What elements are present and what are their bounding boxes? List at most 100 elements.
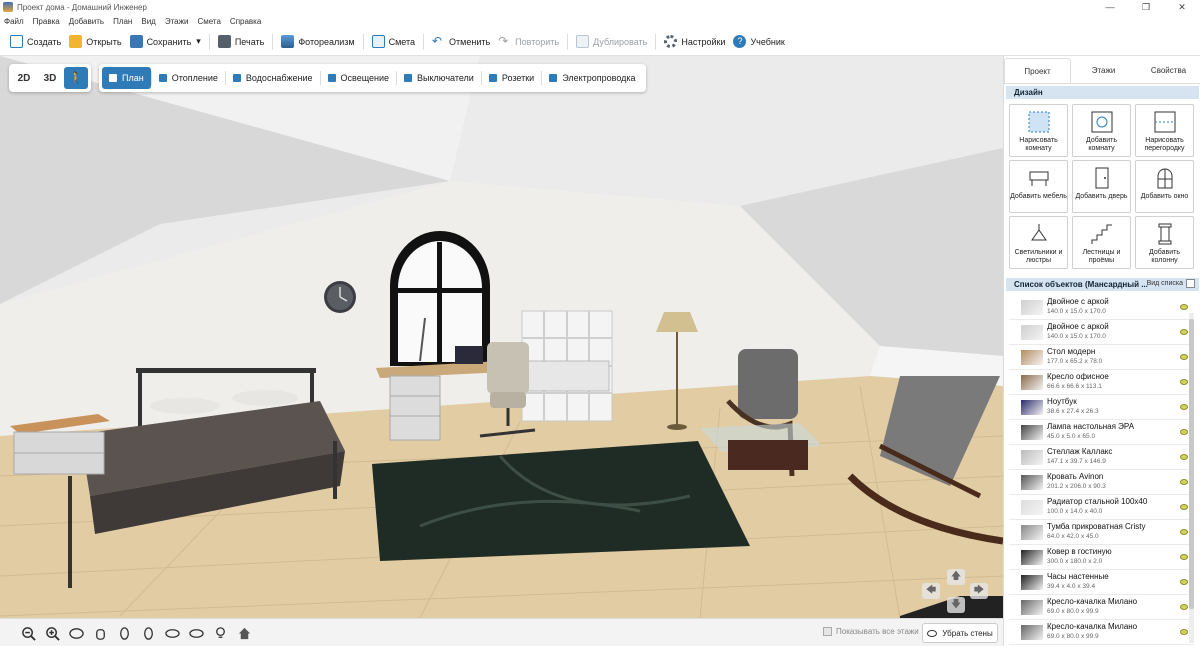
list-view-toggle[interactable]: Вид списка [1147, 279, 1195, 288]
object-row[interactable]: Кресло офисное 66.6 x 66.6 x 113.1 [1009, 370, 1194, 395]
layer-heating[interactable]: Отопление [152, 67, 225, 89]
layer-plan[interactable]: План [102, 67, 151, 89]
tab-properties[interactable]: Свойства [1136, 58, 1200, 83]
object-row[interactable]: Часы настенные 39.4 x 4.0 x 39.4 [1009, 570, 1194, 595]
settings-button[interactable]: Настройки [660, 31, 729, 53]
scrollbar-thumb[interactable] [1189, 319, 1194, 609]
zoom-out-button[interactable] [18, 623, 38, 643]
photoreal-button[interactable]: Фотореализм [277, 31, 358, 53]
show-all-floors-checkbox[interactable]: Показывать все этажи [823, 627, 919, 636]
menu-edit[interactable]: Правка [33, 17, 60, 26]
objects-section-header: Список объектов (Мансардный ... Вид спис… [1006, 278, 1199, 291]
arrow-right-icon[interactable]: 🡆 [970, 583, 988, 599]
zoom-in-button[interactable] [42, 623, 62, 643]
layer-selector: План Отопление Водоснабжение Освещение В… [99, 64, 646, 92]
arrow-down-icon[interactable]: 🡇 [947, 597, 965, 613]
arrow-left-icon[interactable]: 🡄 [922, 583, 940, 599]
visibility-eye-icon[interactable] [1180, 579, 1188, 585]
walk-mode-button[interactable]: 🚶 [64, 67, 88, 89]
visibility-eye-icon[interactable] [1180, 454, 1188, 460]
undo-button[interactable]: ↶ Отменить [428, 31, 494, 53]
tab-project[interactable]: Проект [1004, 58, 1071, 83]
add-furniture-button[interactable]: Добавить мебель [1009, 160, 1068, 213]
draw-partition-button[interactable]: Нарисовать перегородку [1135, 104, 1194, 157]
visibility-eye-icon[interactable] [1180, 629, 1188, 635]
orbit-left-button[interactable] [114, 623, 134, 643]
objects-list[interactable]: Двойное с аркой 140.0 x 15.0 x 170.0 Двойн… [1009, 295, 1194, 645]
object-row[interactable]: Ковер в гостиную 300.0 x 180.0 x 2.0 [1009, 545, 1194, 570]
remove-walls-button[interactable]: Убрать стены [922, 623, 998, 643]
open-button[interactable]: Открыть [65, 31, 125, 53]
visibility-eye-icon[interactable] [1180, 529, 1188, 535]
zoom-tools [18, 622, 258, 644]
layer-switches[interactable]: Выключатели [397, 67, 481, 89]
object-row[interactable]: Двойное с аркой 140.0 x 15.0 x 170.0 [1009, 295, 1194, 320]
objects-scrollbar[interactable] [1189, 313, 1194, 643]
object-row[interactable]: Кресло-качалка Милано 69.0 x 80.0 x 99.9 [1009, 620, 1194, 645]
home-view-button[interactable] [234, 623, 254, 643]
add-window-button[interactable]: Добавить окно [1135, 160, 1194, 213]
menu-estimate[interactable]: Смета [197, 17, 220, 26]
object-row[interactable]: Тумба прикроватная Cristy 64.0 x 42.0 x 4… [1009, 520, 1194, 545]
visibility-eye-icon[interactable] [1180, 329, 1188, 335]
object-row[interactable]: Двойное с аркой 140.0 x 15.0 x 170.0 [1009, 320, 1194, 345]
orbit-right-button[interactable] [138, 623, 158, 643]
visibility-eye-icon[interactable] [1180, 304, 1188, 310]
layer-water[interactable]: Водоснабжение [226, 67, 320, 89]
layer-lighting[interactable]: Освещение [321, 67, 397, 89]
lamps-button[interactable]: Светильники и люстры [1009, 216, 1068, 269]
save-button[interactable]: Сохранить ▾ [126, 31, 205, 53]
visibility-eye-icon[interactable] [1180, 379, 1188, 385]
draw-room-button[interactable]: Нарисовать комнату [1009, 104, 1068, 157]
maximize-button[interactable]: ❐ [1128, 0, 1164, 14]
duplicate-button[interactable]: Дублировать [572, 31, 651, 53]
stairs-button[interactable]: Лестницы и проёмы [1072, 216, 1131, 269]
create-button[interactable]: Создать [6, 31, 65, 53]
tutorial-button[interactable]: ? Учебник [729, 31, 788, 53]
object-row[interactable]: Лампа настольная ЭРА 45.0 x 5.0 x 65.0 [1009, 420, 1194, 445]
visibility-eye-icon[interactable] [1180, 479, 1188, 485]
add-room-button[interactable]: Добавить комнату [1072, 104, 1131, 157]
menu-view[interactable]: Вид [141, 17, 155, 26]
menu-add[interactable]: Добавить [69, 17, 104, 26]
object-row[interactable]: Кровать Avinon 201.2 x 206.0 x 90.3 [1009, 470, 1194, 495]
menu-plan[interactable]: План [113, 17, 132, 26]
view-3d-button[interactable]: 3D [38, 67, 62, 89]
room-scene[interactable] [0, 56, 1003, 618]
minimize-button[interactable]: — [1092, 0, 1128, 14]
tab-floors[interactable]: Этажи [1071, 58, 1136, 83]
print-button[interactable]: Печать [214, 31, 268, 53]
close-button[interactable]: ✕ [1164, 0, 1200, 14]
object-row[interactable]: Стол модерн 177.0 x 65.2 x 78.0 [1009, 345, 1194, 370]
menu-help[interactable]: Справка [230, 17, 261, 26]
rotate-360-button[interactable] [66, 623, 86, 643]
3d-viewport[interactable]: 2D 3D 🚶 План Отопление Водоснабжение Осв… [0, 56, 1003, 618]
visibility-eye-icon[interactable] [1180, 404, 1188, 410]
save-dropdown-icon[interactable]: ▾ [196, 36, 201, 47]
redo-button[interactable]: ↷ Повторить [494, 31, 563, 53]
visibility-eye-icon[interactable] [1180, 554, 1188, 560]
arrow-up-icon[interactable]: 🡅 [947, 569, 965, 585]
visibility-eye-icon[interactable] [1180, 504, 1188, 510]
pan-hand-button[interactable] [90, 623, 110, 643]
object-row[interactable]: Радиатор стальной 100x40 100.0 x 14.0 x 4… [1009, 495, 1194, 520]
object-row[interactable]: Стеллаж Каллакс 147.1 x 39.7 x 146.9 [1009, 445, 1194, 470]
visibility-eye-icon[interactable] [1180, 354, 1188, 360]
object-row[interactable]: Ноутбук 38.6 x 27.4 x 26.3 [1009, 395, 1194, 420]
view-2d-button[interactable]: 2D [12, 67, 36, 89]
add-door-button[interactable]: Добавить дверь [1072, 160, 1131, 213]
menu-file[interactable]: Файл [4, 17, 24, 26]
add-column-button[interactable]: Добавить колонну [1135, 216, 1194, 269]
visibility-eye-icon[interactable] [1180, 604, 1188, 610]
layer-wiring[interactable]: Электропроводка [542, 67, 642, 89]
tilt-down-button[interactable] [186, 623, 206, 643]
checkbox-box[interactable] [823, 627, 832, 636]
visibility-eye-icon[interactable] [1180, 429, 1188, 435]
light-button[interactable] [210, 623, 230, 643]
layer-sockets[interactable]: Розетки [482, 67, 541, 89]
object-row[interactable]: Кресло-качалка Милано 69.0 x 80.0 x 99.9 [1009, 595, 1194, 620]
tilt-up-button[interactable] [162, 623, 182, 643]
switch-icon [404, 74, 413, 82]
menu-floors[interactable]: Этажи [165, 17, 189, 26]
estimate-button[interactable]: Смета [368, 31, 419, 53]
